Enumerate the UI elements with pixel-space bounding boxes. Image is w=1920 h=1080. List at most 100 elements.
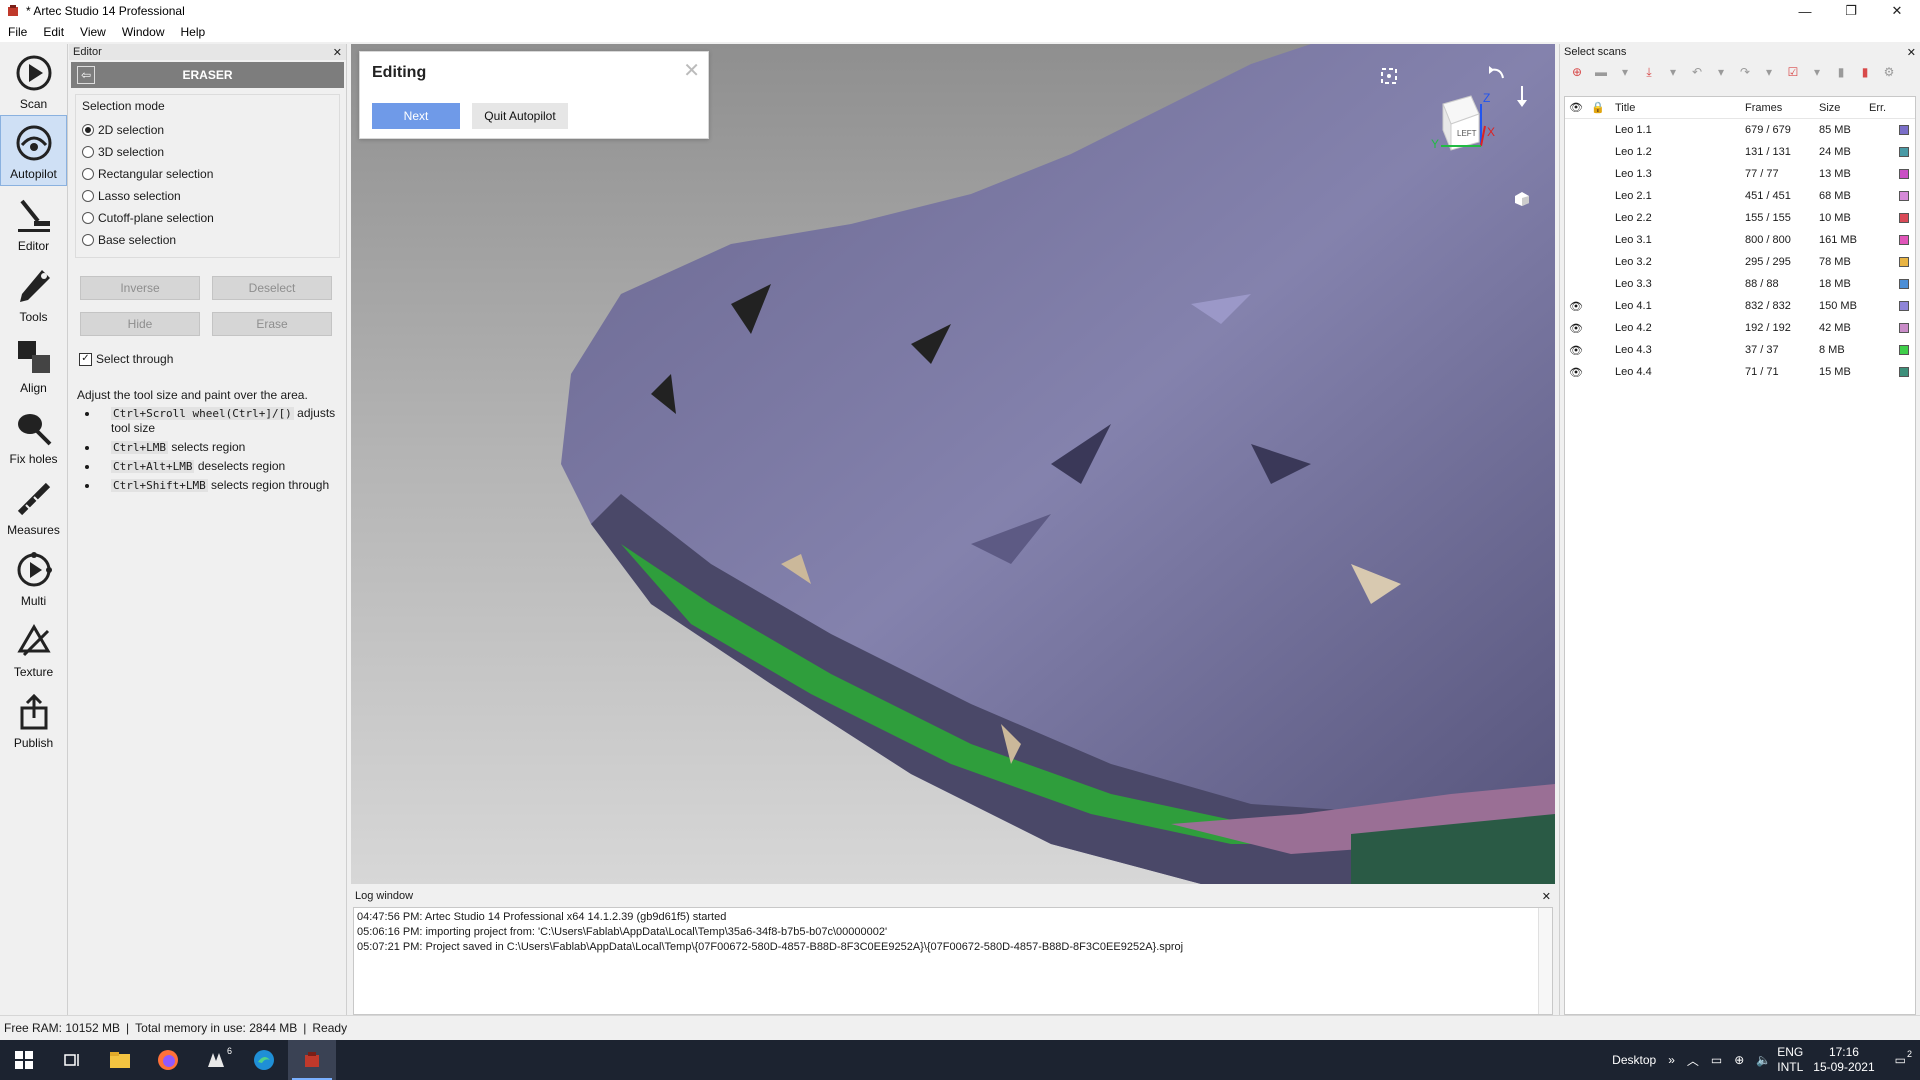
- tool-measures[interactable]: Measures: [0, 470, 67, 541]
- artec-launcher-button[interactable]: 6: [192, 1040, 240, 1080]
- redo-dropdown-icon[interactable]: ▾: [1760, 64, 1778, 80]
- scans-close-icon[interactable]: ✕: [1907, 46, 1916, 59]
- tool-autopilot[interactable]: Autopilot: [0, 115, 67, 186]
- maximize-button[interactable]: ❐: [1828, 0, 1874, 22]
- radio-icon[interactable]: [82, 212, 94, 224]
- minimize-button[interactable]: —: [1782, 0, 1828, 22]
- artec-studio-task-button[interactable]: [288, 1040, 336, 1080]
- visibility-toggle-icon[interactable]: 👁: [1565, 366, 1587, 379]
- copy-icon[interactable]: ▮: [1832, 64, 1850, 80]
- scan-color-swatch[interactable]: [1899, 213, 1909, 223]
- col-size[interactable]: Size: [1815, 102, 1869, 114]
- radio-icon[interactable]: [82, 124, 94, 136]
- radio-icon[interactable]: [82, 234, 94, 246]
- tool-tools[interactable]: Tools: [0, 257, 67, 328]
- open-folder-icon[interactable]: ▬: [1592, 64, 1610, 80]
- menu-edit[interactable]: Edit: [35, 25, 72, 39]
- scan-color-swatch[interactable]: [1899, 147, 1909, 157]
- col-err[interactable]: Err.: [1869, 102, 1899, 114]
- network-globe-icon[interactable]: ⊕: [1734, 1053, 1744, 1067]
- table-row[interactable]: Leo 3.1 800 / 800 161 MB: [1565, 229, 1915, 251]
- deselect-button[interactable]: Deselect: [212, 276, 332, 300]
- file-explorer-button[interactable]: [96, 1040, 144, 1080]
- import-icon[interactable]: ⤓: [1640, 64, 1658, 80]
- folder-dropdown-icon[interactable]: ▾: [1616, 64, 1634, 80]
- select-all-icon[interactable]: ☑: [1784, 64, 1802, 80]
- table-row[interactable]: Leo 2.1 451 / 451 68 MB: [1565, 185, 1915, 207]
- view-cube[interactable]: LEFT Z X Y: [1421, 84, 1501, 164]
- tool-scan[interactable]: Scan: [0, 44, 67, 115]
- table-row[interactable]: 👁 Leo 4.3 37 / 37 8 MB: [1565, 339, 1915, 361]
- show-hidden-icons-icon[interactable]: ︿: [1687, 1052, 1699, 1069]
- radio-icon[interactable]: [82, 146, 94, 158]
- scan-color-swatch[interactable]: [1899, 257, 1909, 267]
- input-language[interactable]: ENG INTL: [1777, 1045, 1803, 1075]
- undo-dropdown-icon[interactable]: ▾: [1712, 64, 1730, 80]
- table-row[interactable]: Leo 3.3 88 / 88 18 MB: [1565, 273, 1915, 295]
- view-mode-icon[interactable]: [1513, 190, 1531, 208]
- log-content[interactable]: 04:47:56 PM: Artec Studio 14 Professiona…: [353, 907, 1553, 1015]
- mode-cutoff-plane-selection[interactable]: Cutoff-plane selection: [82, 207, 333, 229]
- chevron-double-icon[interactable]: »: [1668, 1053, 1675, 1067]
- scan-color-swatch[interactable]: [1899, 235, 1909, 245]
- rotate-left-icon[interactable]: [1485, 64, 1507, 86]
- scan-color-swatch[interactable]: [1899, 191, 1909, 201]
- tool-publish[interactable]: Publish: [0, 683, 67, 754]
- fit-view-icon[interactable]: [1379, 66, 1399, 86]
- mode-rectangular-selection[interactable]: Rectangular selection: [82, 163, 333, 185]
- task-view-button[interactable]: [48, 1040, 96, 1080]
- firefox-button[interactable]: [144, 1040, 192, 1080]
- table-row[interactable]: Leo 1.3 77 / 77 13 MB: [1565, 163, 1915, 185]
- delete-icon[interactable]: ▮: [1856, 64, 1874, 80]
- notifications-icon[interactable]: ▭ 2: [1895, 1049, 1912, 1067]
- scan-color-swatch[interactable]: [1899, 279, 1909, 289]
- edge-button[interactable]: [240, 1040, 288, 1080]
- table-row[interactable]: Leo 1.1 679 / 679 85 MB: [1565, 119, 1915, 141]
- radio-icon[interactable]: [82, 168, 94, 180]
- undo-icon[interactable]: ↶: [1688, 64, 1706, 80]
- meet-now-icon[interactable]: ▭: [1711, 1053, 1722, 1067]
- log-scrollbar[interactable]: [1538, 908, 1552, 1014]
- col-title[interactable]: Title: [1609, 102, 1739, 114]
- table-row[interactable]: Leo 2.2 155 / 155 10 MB: [1565, 207, 1915, 229]
- scan-color-swatch[interactable]: [1899, 323, 1909, 333]
- start-button[interactable]: [0, 1040, 48, 1080]
- radio-icon[interactable]: [82, 190, 94, 202]
- quit-autopilot-button[interactable]: Quit Autopilot: [472, 103, 568, 129]
- import-dropdown-icon[interactable]: ▾: [1664, 64, 1682, 80]
- table-row[interactable]: Leo 1.2 131 / 131 24 MB: [1565, 141, 1915, 163]
- mode-lasso-selection[interactable]: Lasso selection: [82, 185, 333, 207]
- scan-color-swatch[interactable]: [1899, 125, 1909, 135]
- tool-multi[interactable]: Multi: [0, 541, 67, 612]
- visibility-toggle-icon[interactable]: 👁: [1565, 322, 1587, 335]
- scan-color-swatch[interactable]: [1899, 301, 1909, 311]
- table-row[interactable]: 👁 Leo 4.1 832 / 832 150 MB: [1565, 295, 1915, 317]
- hide-button[interactable]: Hide: [80, 312, 200, 336]
- 3d-viewport[interactable]: LEFT Z X Y: [351, 44, 1555, 884]
- log-close-icon[interactable]: ✕: [1542, 890, 1551, 903]
- table-row[interactable]: 👁 Leo 4.4 71 / 71 15 MB: [1565, 361, 1915, 383]
- next-button[interactable]: Next: [372, 103, 460, 129]
- mode-base-selection[interactable]: Base selection: [82, 229, 333, 251]
- close-window-button[interactable]: ✕: [1874, 0, 1920, 22]
- erase-button[interactable]: Erase: [212, 312, 332, 336]
- redo-icon[interactable]: ↷: [1736, 64, 1754, 80]
- select-through-checkbox[interactable]: ✓: [79, 352, 92, 366]
- table-row[interactable]: 👁 Leo 4.2 192 / 192 42 MB: [1565, 317, 1915, 339]
- visibility-toggle-icon[interactable]: 👁: [1565, 300, 1587, 313]
- select-through-option[interactable]: ✓ Select through: [79, 352, 346, 366]
- lock-header-icon[interactable]: 🔒: [1587, 101, 1609, 114]
- mode-2d-selection[interactable]: 2D selection: [82, 119, 333, 141]
- inverse-button[interactable]: Inverse: [80, 276, 200, 300]
- system-clock[interactable]: 17:16 15-09-2021: [1813, 1045, 1874, 1075]
- menu-file[interactable]: File: [0, 25, 35, 39]
- tool-texture[interactable]: Texture: [0, 612, 67, 683]
- settings-gear-icon[interactable]: ⚙: [1880, 64, 1898, 80]
- desktop-toolbar[interactable]: Desktop: [1612, 1053, 1656, 1067]
- menu-window[interactable]: Window: [114, 25, 173, 39]
- visibility-header-icon[interactable]: 👁: [1565, 101, 1587, 114]
- tool-align[interactable]: Align: [0, 328, 67, 399]
- menu-view[interactable]: View: [72, 25, 114, 39]
- menu-help[interactable]: Help: [173, 25, 214, 39]
- mode-3d-selection[interactable]: 3D selection: [82, 141, 333, 163]
